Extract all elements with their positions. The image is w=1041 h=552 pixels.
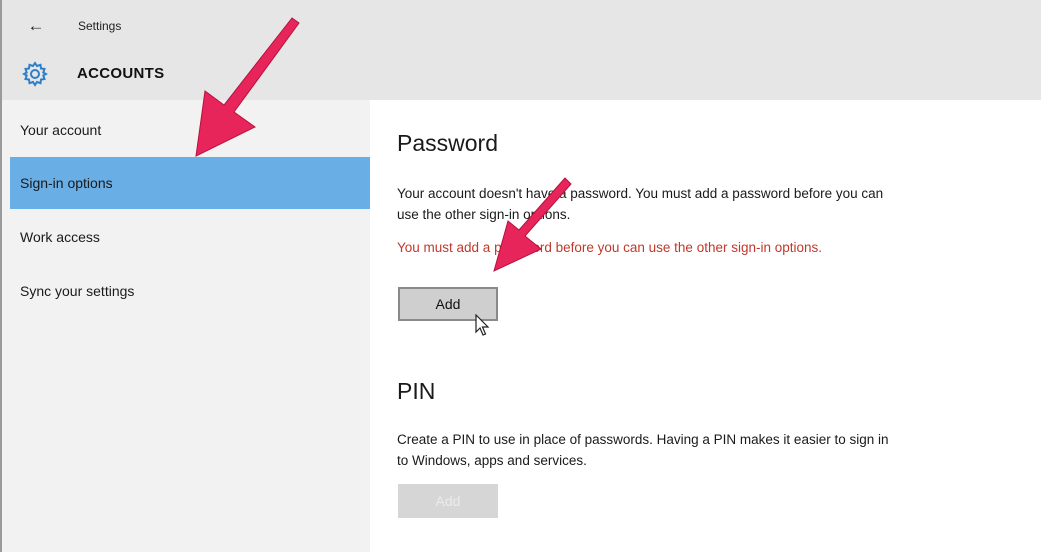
sidebar-item-label: Your account xyxy=(20,122,102,138)
title-bar: ← Settings ACCOUNTS xyxy=(2,0,1041,100)
content-pane: Password Your account doesn't have a pas… xyxy=(370,100,1041,552)
pin-description: Create a PIN to use in place of password… xyxy=(397,432,889,468)
sidebar-item-sync-settings[interactable]: Sync your settings xyxy=(10,265,370,317)
sidebar-item-label: Work access xyxy=(20,229,100,245)
password-heading: Password xyxy=(397,130,498,156)
sidebar-item-work-access[interactable]: Work access xyxy=(10,211,370,263)
password-description: Your account doesn't have a password. Yo… xyxy=(397,186,884,222)
section-title: ACCOUNTS xyxy=(77,65,165,82)
add-pin-button: Add xyxy=(398,484,498,518)
window-title: Settings xyxy=(78,19,122,33)
pin-heading: PIN xyxy=(397,378,436,404)
sidebar-item-your-account[interactable]: Your account xyxy=(10,104,370,156)
back-button[interactable]: ← xyxy=(24,14,48,38)
mouse-cursor-icon xyxy=(475,314,490,336)
sidebar-item-label: Sign-in options xyxy=(20,175,113,191)
gear-icon xyxy=(22,61,48,87)
sidebar: Your account Sign-in options Work access… xyxy=(2,100,370,552)
sidebar-item-label: Sync your settings xyxy=(20,283,135,299)
sidebar-item-sign-in-options[interactable]: Sign-in options xyxy=(10,157,370,209)
password-warning: You must add a password before you can u… xyxy=(397,240,823,255)
back-arrow-icon: ← xyxy=(27,16,45,35)
